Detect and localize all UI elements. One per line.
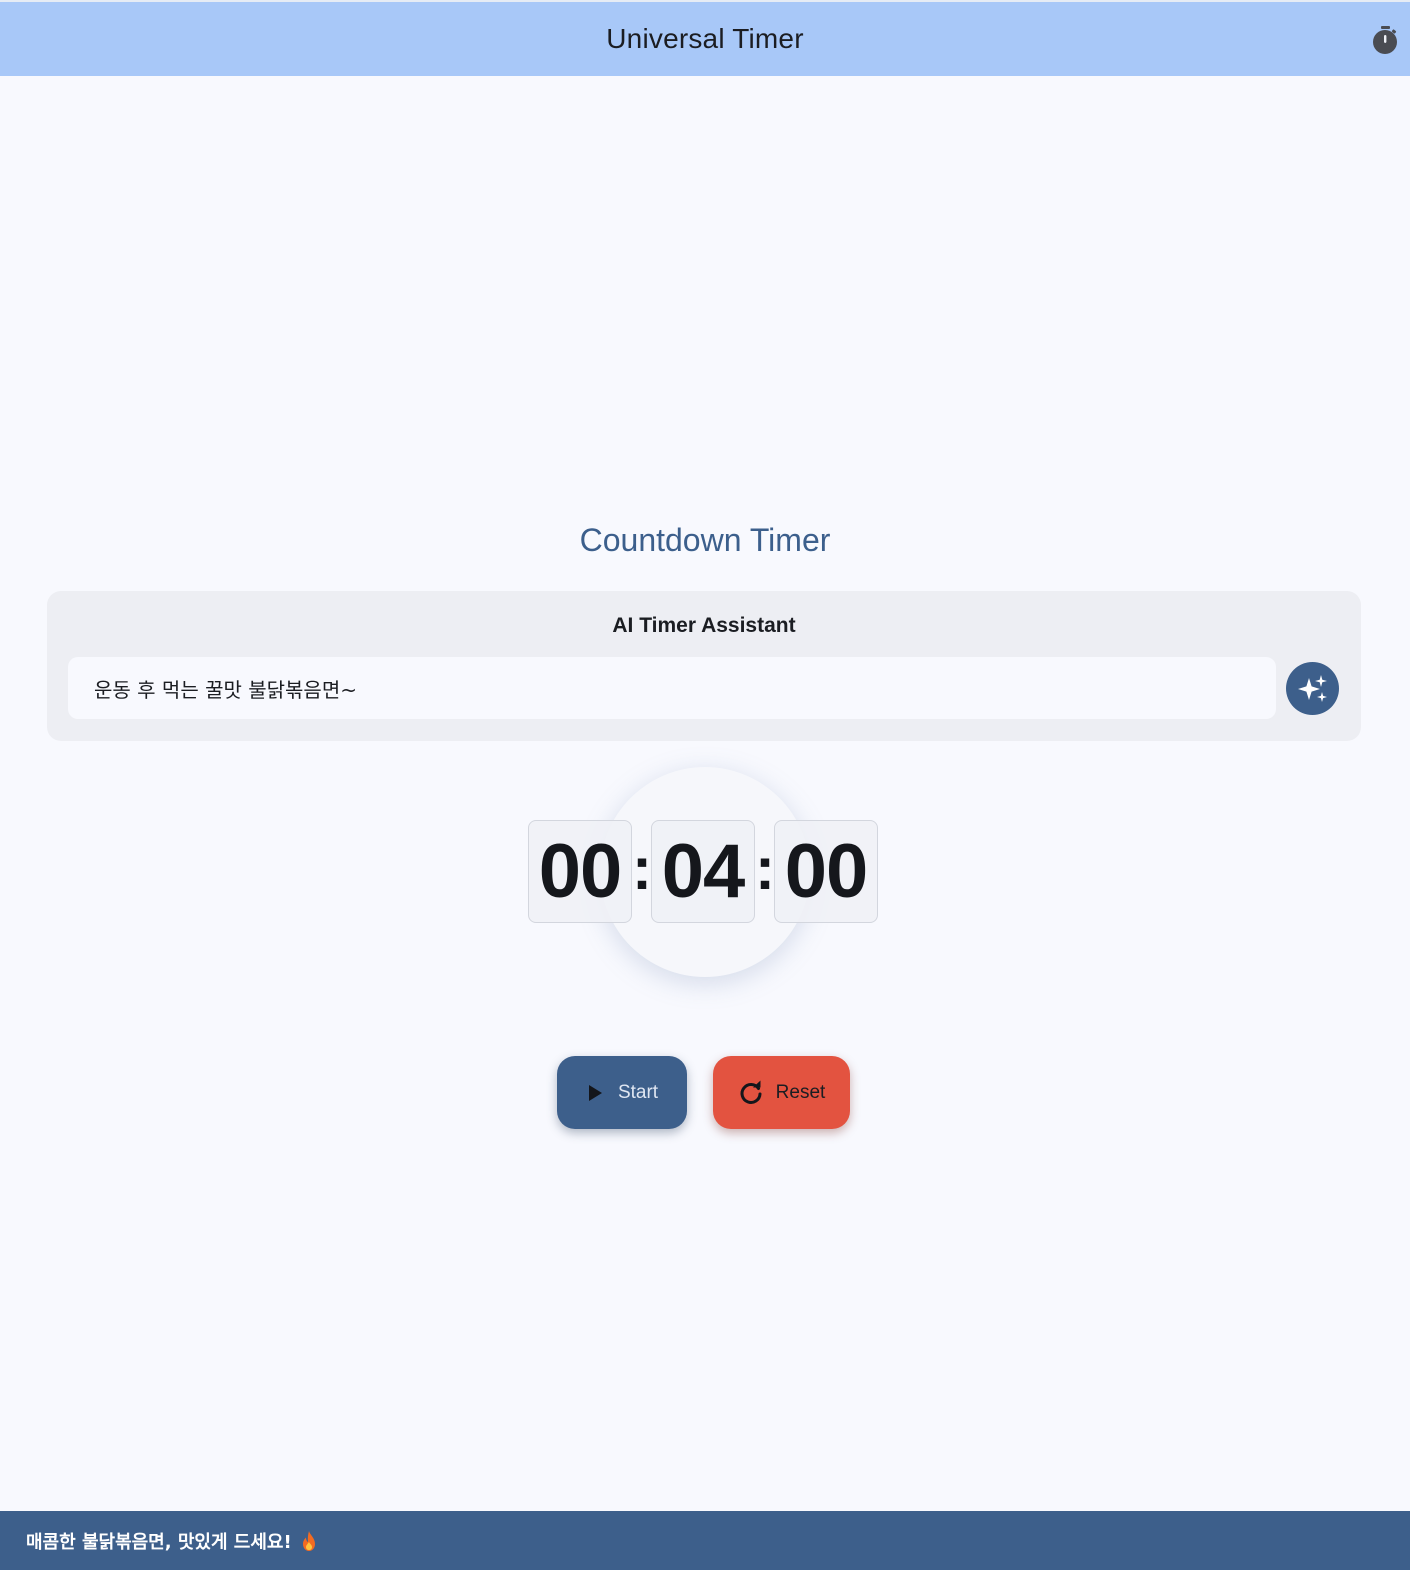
- seconds-digits[interactable]: 00: [774, 820, 878, 923]
- refresh-icon: [740, 1080, 762, 1104]
- snackbar-message: 매콤한 불닭볶음면, 맛있게 드세요!: [26, 1531, 292, 1553]
- section-title: Countdown Timer: [579, 522, 831, 558]
- start-label: Start: [617, 1081, 659, 1103]
- prompt-input[interactable]: [68, 657, 1276, 719]
- reset-button[interactable]: Reset: [713, 1056, 850, 1129]
- sparkle-icon: [1297, 674, 1327, 702]
- separator: :: [755, 835, 775, 902]
- reset-label: Reset: [775, 1081, 826, 1103]
- app-bar: Universal Timer: [0, 0, 1410, 76]
- play-icon: [588, 1084, 602, 1101]
- timer-display: 00 : 04 : 00: [528, 819, 878, 924]
- ai-assistant-card: AI Timer Assistant: [47, 591, 1361, 741]
- hours-digits[interactable]: 00: [528, 820, 632, 923]
- start-button[interactable]: Start: [557, 1056, 687, 1129]
- app-title: Universal Timer: [606, 23, 804, 54]
- snackbar: 매콤한 불닭볶음면, 맛있게 드세요!: [0, 1511, 1410, 1570]
- stopwatch-icon[interactable]: [1370, 24, 1400, 56]
- separator: :: [632, 835, 652, 902]
- fire-icon: [300, 1530, 318, 1552]
- generate-button[interactable]: [1286, 662, 1339, 715]
- minutes-digits[interactable]: 04: [651, 820, 755, 923]
- ai-assistant-label: AI Timer Assistant: [612, 614, 796, 637]
